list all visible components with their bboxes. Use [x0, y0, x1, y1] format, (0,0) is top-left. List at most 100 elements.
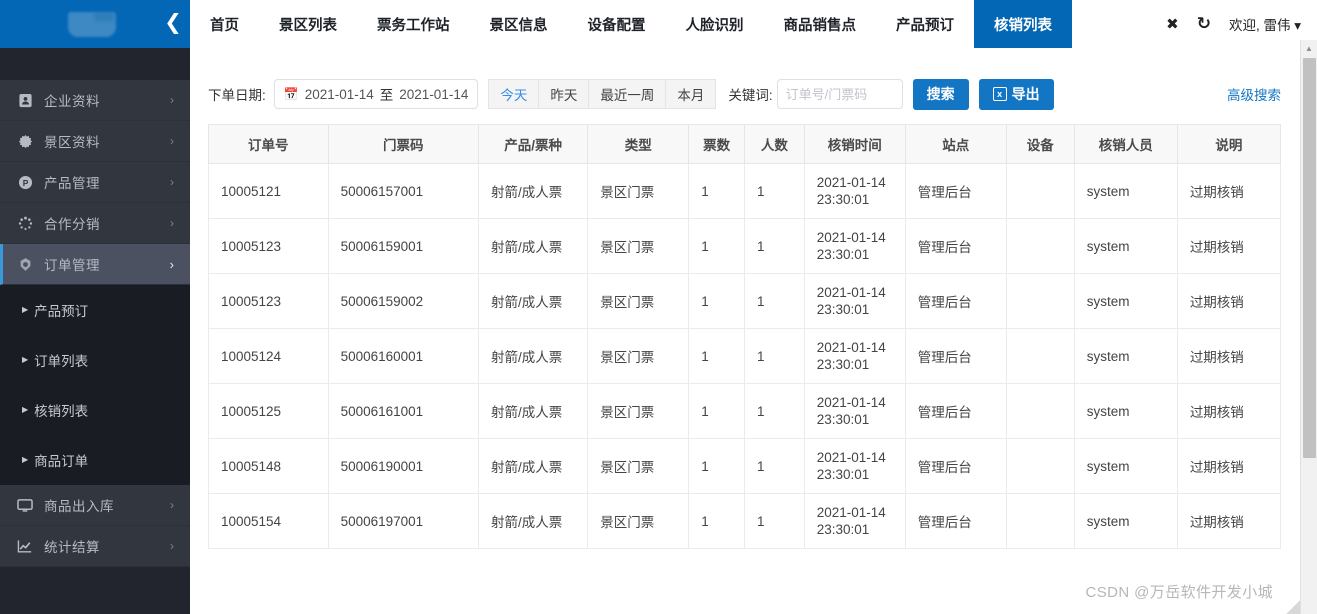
calendar-icon: 📅 — [283, 87, 299, 101]
sidebar-item-distribution[interactable]: 合作分销 › — [0, 203, 190, 244]
col-station[interactable]: 站点 — [904, 124, 1007, 164]
col-note[interactable]: 说明 — [1176, 124, 1282, 164]
scroll-up-arrow-icon[interactable]: ▲ — [1301, 40, 1317, 57]
table-row[interactable]: 10005121 50006157001 射箭/成人票 景区门票 1 1 2021-01-1… — [208, 163, 1282, 219]
tab-face-recognition[interactable]: 人脸识别 — [666, 0, 764, 48]
table-row[interactable]: 10005123 50006159002 射箭/成人票 景区门票 1 1 2021-01-1… — [208, 273, 1282, 329]
col-people-count[interactable]: 人数 — [743, 124, 805, 164]
cell-device — [1005, 438, 1075, 494]
vertical-scrollbar[interactable]: ▲ — [1300, 40, 1317, 614]
cell-type: 景区门票 — [587, 218, 690, 274]
advanced-search-link[interactable]: 高级搜索 — [1227, 84, 1281, 104]
sidebar: ❮ 企业资料 › 景区资料 › P 产品管理 › 合作分销 › 订单管理 › ▶… — [0, 0, 190, 614]
table-body: 10005121 50006157001 射箭/成人票 景区门票 1 1 2021-01-1… — [208, 163, 1282, 549]
col-operator[interactable]: 核销人员 — [1073, 124, 1178, 164]
cell-operator: system — [1073, 163, 1178, 219]
sidebar-item-scenic-data[interactable]: 景区资料 › — [0, 121, 190, 162]
search-button[interactable]: 搜索 — [912, 78, 969, 110]
quick-range-last-week[interactable]: 最近一周 — [588, 79, 666, 109]
cell-order-no: 10005123 — [208, 273, 329, 329]
chevron-right-icon: › — [170, 498, 174, 512]
sidebar-item-statistics[interactable]: 统计结算 › — [0, 526, 190, 567]
cell-station: 管理后台 — [904, 218, 1007, 274]
chevron-left-icon[interactable]: ❮ — [162, 11, 184, 37]
cell-tickets: 1 — [688, 218, 745, 274]
col-product[interactable]: 产品/票种 — [478, 124, 589, 164]
cell-ticket-code: 50006159001 — [327, 218, 480, 274]
date-range-end: 2021-01-14 — [399, 86, 469, 102]
refresh-icon[interactable]: ↻ — [1197, 14, 1211, 34]
col-device[interactable]: 设备 — [1005, 124, 1075, 164]
cell-operator: system — [1073, 493, 1178, 549]
cell-people: 1 — [743, 218, 805, 274]
table-row[interactable]: 10005148 50006190001 射箭/成人票 景区门票 1 1 2021-01-1… — [208, 438, 1282, 494]
watermark: CSDN @万岳软件开发小城 — [1085, 584, 1273, 601]
cell-people: 1 — [743, 493, 805, 549]
cell-people: 1 — [743, 383, 805, 439]
app-logo-icon — [68, 12, 116, 37]
cell-device — [1005, 383, 1075, 439]
scrollbar-thumb[interactable] — [1303, 58, 1316, 458]
tab-ticket-station[interactable]: 票务工作站 — [357, 0, 470, 48]
sidebar-item-label: 统计结算 — [44, 540, 100, 555]
cell-operator: system — [1073, 273, 1178, 329]
keyword-input[interactable] — [776, 79, 903, 109]
sidebar-subitem-label: 商品订单 — [34, 454, 89, 469]
main-content: 下单日期: 📅 2021-01-14 至 2021-01-14 今天 昨天 最近… — [190, 48, 1303, 614]
chevron-right-icon: › — [170, 134, 174, 148]
table-row[interactable]: 10005124 50006160001 射箭/成人票 景区门票 1 1 2021-01-1… — [208, 328, 1282, 384]
col-ticket-code[interactable]: 门票码 — [327, 124, 480, 164]
sidebar-item-inventory[interactable]: 商品出入库 › — [0, 485, 190, 526]
cell-product: 射箭/成人票 — [478, 328, 589, 384]
cell-type: 景区门票 — [587, 163, 690, 219]
cell-verify-time: 2021-01-14 23:30:01 — [803, 383, 906, 439]
cell-note: 过期核销 — [1176, 328, 1282, 384]
topnav-tools: ✖ ↻ 欢迎, 雷伟 ▾ — [1166, 0, 1317, 48]
sidebar-top-gap — [0, 48, 190, 80]
tab-scenic-list[interactable]: 景区列表 — [259, 0, 357, 48]
cell-product: 射箭/成人票 — [478, 383, 589, 439]
col-order-no[interactable]: 订单号 — [208, 124, 329, 164]
date-range-picker[interactable]: 📅 2021-01-14 至 2021-01-14 — [273, 79, 479, 109]
quick-range-today[interactable]: 今天 — [488, 79, 539, 109]
col-verify-time[interactable]: 核销时间 — [803, 124, 906, 164]
date-range-start: 2021-01-14 — [304, 86, 374, 102]
flower-icon — [14, 132, 36, 150]
sidebar-subitem-goods-order[interactable]: ▶ 商品订单 — [0, 435, 190, 485]
sidebar-subitem-label: 产品预订 — [34, 304, 89, 319]
cell-product: 射箭/成人票 — [478, 163, 589, 219]
chart-line-icon — [14, 537, 36, 555]
tab-home[interactable]: 首页 — [190, 0, 259, 48]
sidebar-item-label: 产品管理 — [44, 176, 100, 191]
close-icon[interactable]: ✖ — [1166, 15, 1179, 33]
col-ticket-count[interactable]: 票数 — [688, 124, 745, 164]
table-row[interactable]: 10005123 50006159001 射箭/成人票 景区门票 1 1 2021-01-1… — [208, 218, 1282, 274]
cell-station: 管理后台 — [904, 163, 1007, 219]
cell-operator: system — [1073, 218, 1178, 274]
sidebar-item-order-mgmt[interactable]: 订单管理 › — [0, 244, 190, 285]
user-menu[interactable]: 欢迎, 雷伟 ▾ — [1229, 14, 1301, 34]
tab-device-config[interactable]: 设备配置 — [568, 0, 666, 48]
svg-text:P: P — [22, 177, 28, 187]
quick-range-yesterday[interactable]: 昨天 — [538, 79, 589, 109]
tab-product-booking[interactable]: 产品预订 — [876, 0, 974, 48]
tab-verification-list[interactable]: 核销列表 — [974, 0, 1072, 48]
quick-range-this-month[interactable]: 本月 — [665, 79, 717, 109]
sidebar-subitem-product-booking[interactable]: ▶ 产品预订 — [0, 285, 190, 335]
table-row[interactable]: 10005125 50006161001 射箭/成人票 景区门票 1 1 2021-01-1… — [208, 383, 1282, 439]
cell-station: 管理后台 — [904, 328, 1007, 384]
col-type[interactable]: 类型 — [587, 124, 690, 164]
export-button[interactable]: x 导出 — [978, 78, 1054, 110]
cell-verify-time: 2021-01-14 23:30:01 — [803, 493, 906, 549]
cell-device — [1005, 273, 1075, 329]
sidebar-item-product-mgmt[interactable]: P 产品管理 › — [0, 162, 190, 203]
tab-scenic-info[interactable]: 景区信息 — [470, 0, 568, 48]
chevron-right-icon: › — [170, 175, 174, 189]
sidebar-item-enterprise[interactable]: 企业资料 › — [0, 80, 190, 121]
sidebar-subitem-order-list[interactable]: ▶ 订单列表 — [0, 335, 190, 385]
cell-operator: system — [1073, 328, 1178, 384]
app-root: ❮ 企业资料 › 景区资料 › P 产品管理 › 合作分销 › 订单管理 › ▶… — [0, 0, 1317, 614]
table-row[interactable]: 10005154 50006197001 射箭/成人票 景区门票 1 1 2021-01-1… — [208, 493, 1282, 549]
tab-goods-pos[interactable]: 商品销售点 — [764, 0, 877, 48]
sidebar-subitem-verification-list[interactable]: ▶ 核销列表 — [0, 385, 190, 435]
